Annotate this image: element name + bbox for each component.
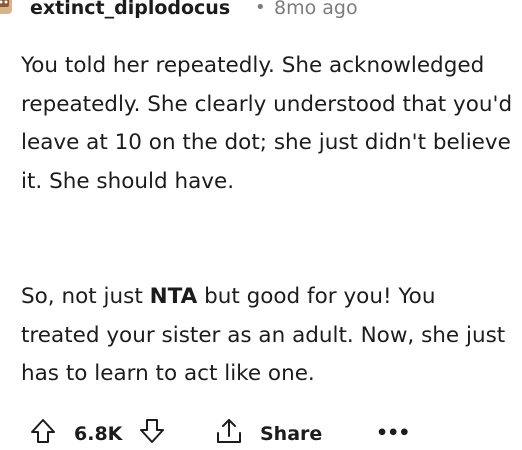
comment-author[interactable]: extinct_diplodocus	[30, 0, 230, 19]
header-separator: •	[255, 0, 266, 18]
share-button[interactable]: Share	[260, 423, 322, 445]
nta-verdict: NTA	[149, 284, 198, 309]
comment-action-bar: 6.8K Share •••	[0, 410, 522, 450]
paragraph-2-text-start: So, not just	[21, 284, 150, 309]
downvote-arrow-icon[interactable]	[138, 418, 166, 444]
vote-score: 6.8K	[74, 423, 123, 445]
share-icon[interactable]	[214, 417, 244, 445]
comment-paragraph-1: You told her repeatedly. She acknowledge…	[21, 53, 513, 194]
upvote-arrow-icon[interactable]	[29, 418, 57, 444]
avatar[interactable]	[0, 0, 16, 20]
comment-header: extinct_diplodocus • 8mo ago	[0, 0, 522, 26]
comment-paragraph-2: So, not just NTA but good for you! You t…	[21, 278, 519, 394]
comment-age: 8mo ago	[274, 0, 358, 19]
more-options-button[interactable]: •••	[376, 422, 410, 444]
